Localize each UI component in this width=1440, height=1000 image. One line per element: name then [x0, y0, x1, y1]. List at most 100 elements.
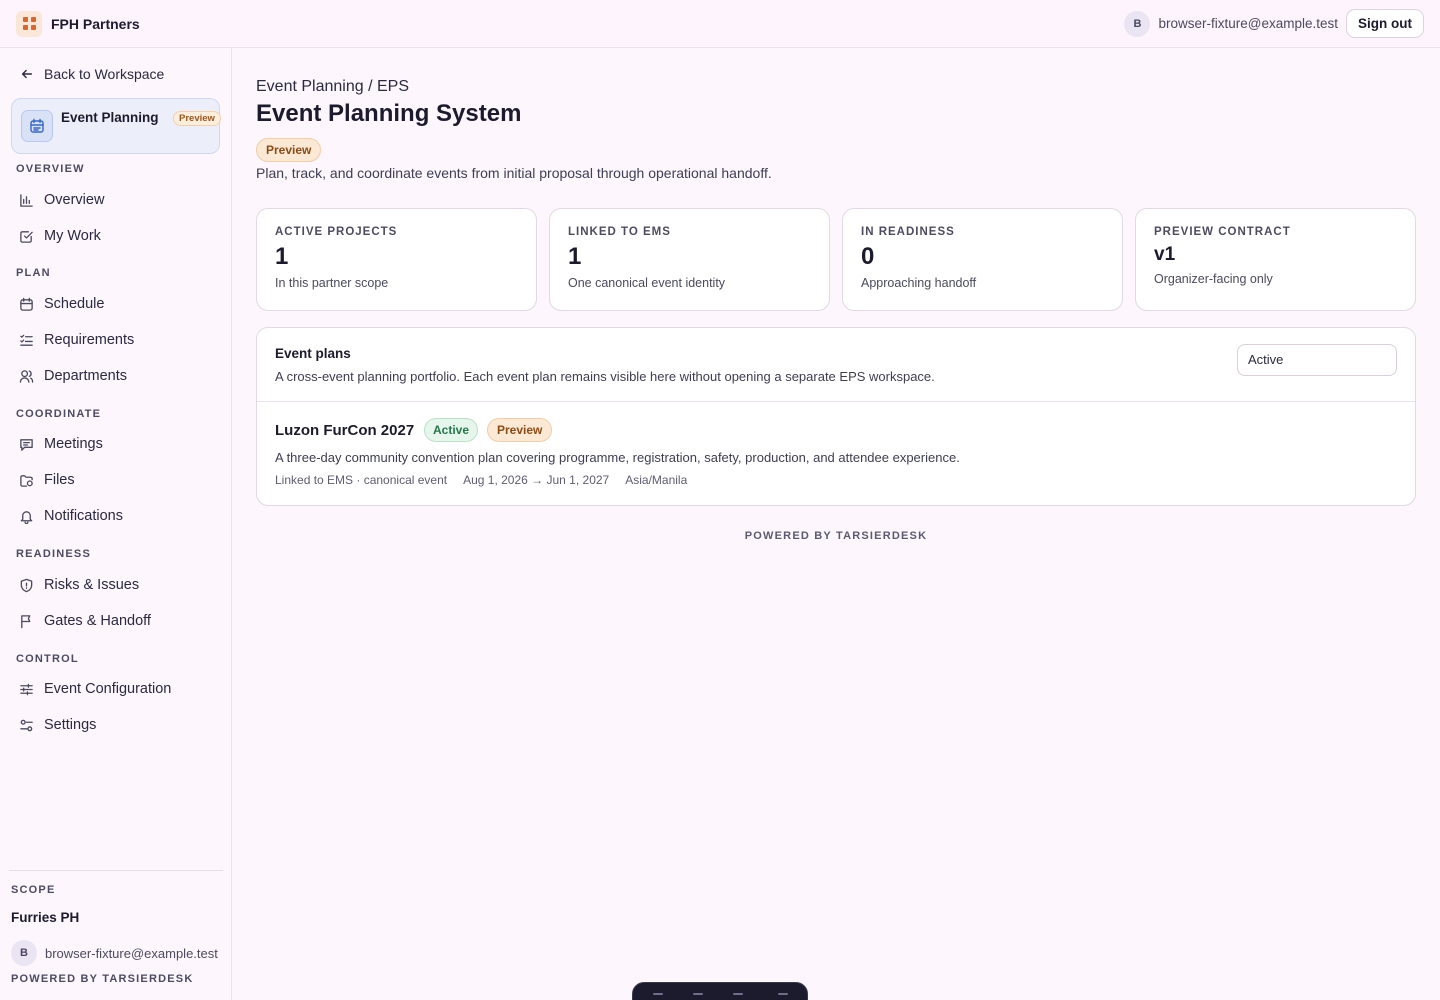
module-preview-badge: Preview — [173, 111, 221, 126]
user-email: browser-fixture@example.test — [1158, 16, 1338, 31]
section-label-overview: OVERVIEW — [16, 163, 85, 175]
event-plan-dates: Aug 1, 2026 → Jun 1, 2027 — [463, 473, 610, 487]
sidebar-item-departments[interactable]: Departments — [19, 364, 219, 388]
section-label-readiness: READINESS — [16, 548, 91, 560]
message-icon — [20, 438, 33, 451]
event-plans-header: Event plans A cross-event planning portf… — [257, 328, 1415, 402]
sign-out-button[interactable]: Sign out — [1346, 9, 1424, 38]
module-card-event-planning[interactable]: Event Planning Preview — [11, 98, 221, 154]
sidebar-divider — [9, 870, 223, 871]
stat-value: 0 — [861, 243, 875, 270]
calendar-icon — [20, 297, 33, 311]
calendar-icon — [21, 110, 53, 142]
page-title: Event Planning System — [256, 100, 522, 127]
sidebar-item-label: Requirements — [44, 332, 135, 348]
avatar[interactable]: B — [1124, 10, 1151, 37]
sidebar-item-label: Notifications — [44, 508, 123, 524]
stat-value: 1 — [568, 243, 582, 270]
sidebar: Back to Workspace Event Planning Preview… — [0, 48, 232, 1000]
back-to-workspace-link[interactable]: Back to Workspace — [20, 66, 164, 82]
apps-grid-icon[interactable] — [16, 10, 42, 37]
event-plan-meta: Linked to EMS · canonical event Aug 1, 2… — [275, 473, 687, 487]
top-bar: FPH Partners B browser-fixture@example.t… — [0, 0, 1440, 48]
sidebar-item-files[interactable]: Files — [19, 468, 219, 492]
settings-icon — [20, 719, 33, 731]
folder-icon — [20, 474, 33, 487]
toolbar-icon[interactable] — [693, 993, 703, 995]
list-check-icon — [20, 334, 33, 346]
event-plans-title: Event plans — [275, 346, 351, 361]
stat-card-preview-contract: PREVIEW CONTRACT v1 Organizer-facing onl… — [1135, 208, 1416, 311]
toolbar-icon[interactable] — [733, 993, 743, 995]
sidebar-item-label: Settings — [44, 717, 97, 733]
event-plans-description: A cross-event planning portfolio. Each e… — [275, 369, 935, 384]
preview-badge: Preview — [256, 138, 322, 162]
sidebar-item-label: Risks & Issues — [44, 577, 140, 593]
page-description: Plan, track, and coordinate events from … — [256, 165, 772, 181]
stat-subtext: Approaching handoff — [861, 276, 977, 290]
flag-icon — [21, 614, 31, 628]
sidebar-item-label: My Work — [44, 228, 101, 244]
toolbar-icon[interactable] — [653, 993, 663, 995]
stat-subtext: In this partner scope — [275, 276, 389, 290]
event-plan-name[interactable]: Luzon FurCon 2027 — [275, 422, 414, 439]
sidebar-item-label: Schedule — [44, 296, 105, 312]
stat-label: PREVIEW CONTRACT — [1154, 226, 1291, 238]
arrow-left-icon — [21, 69, 33, 79]
sidebar-user-email: browser-fixture@example.test — [45, 945, 218, 961]
sidebar-user[interactable]: B browser-fixture@example.test — [11, 940, 223, 966]
section-label-plan: PLAN — [16, 267, 51, 279]
sidebar-item-label: Files — [44, 472, 75, 488]
dev-toolbar[interactable] — [632, 982, 808, 1000]
sidebar-item-settings[interactable]: Settings — [19, 713, 219, 737]
back-label: Back to Workspace — [44, 66, 165, 82]
sidebar-item-my-work[interactable]: My Work — [19, 224, 219, 248]
stat-label: IN READINESS — [861, 226, 955, 238]
scope-label: SCOPE — [11, 884, 56, 896]
stat-label: LINKED TO EMS — [568, 226, 671, 238]
sidebar-item-event-configuration[interactable]: Event Configuration — [19, 677, 219, 701]
sliders-icon — [20, 683, 33, 695]
sidebar-powered-by: POWERED BY TARSIERDESK — [11, 973, 194, 985]
bar-chart-icon — [20, 193, 33, 207]
sidebar-item-label: Departments — [44, 368, 128, 384]
toolbar-icon[interactable] — [778, 993, 788, 995]
status-filter-select[interactable]: Active — [1237, 344, 1397, 376]
status-badge: Active — [424, 418, 479, 442]
stat-subtext: Organizer-facing only — [1154, 272, 1273, 286]
stat-subtext: One canonical event identity — [568, 276, 726, 290]
sidebar-item-label: Meetings — [44, 436, 103, 452]
scope-name[interactable]: Furries PH — [11, 910, 79, 925]
powered-by-footer: POWERED BY TARSIERDESK — [744, 530, 928, 542]
sidebar-item-notifications[interactable]: Notifications — [19, 504, 219, 528]
sidebar-item-gates-handoff[interactable]: Gates & Handoff — [19, 609, 219, 633]
avatar: B — [11, 940, 37, 966]
brand-name[interactable]: FPH Partners — [51, 16, 140, 32]
event-plan-timezone: Asia/Manila — [625, 473, 688, 487]
section-label-control: CONTROL — [16, 653, 79, 665]
stat-card-linked-to-ems: LINKED TO EMS 1 One canonical event iden… — [549, 208, 830, 311]
event-plan-link-status: Linked to EMS · canonical event — [275, 473, 448, 487]
stat-label: ACTIVE PROJECTS — [275, 226, 398, 238]
sidebar-item-risks-issues[interactable]: Risks & Issues — [19, 573, 219, 597]
event-plans-panel: Event plans A cross-event planning portf… — [256, 327, 1416, 506]
sidebar-item-overview[interactable]: Overview — [19, 188, 219, 212]
sidebar-item-label: Overview — [44, 192, 105, 208]
module-title: Event Planning — [61, 110, 159, 125]
sidebar-item-label: Gates & Handoff — [44, 613, 151, 629]
sidebar-item-schedule[interactable]: Schedule — [19, 292, 219, 316]
users-icon — [19, 369, 34, 383]
stat-card-in-readiness: IN READINESS 0 Approaching handoff — [842, 208, 1123, 311]
stat-value: v1 — [1154, 244, 1176, 265]
sidebar-item-label: Event Configuration — [44, 681, 172, 697]
preview-badge: Preview — [487, 418, 553, 442]
event-plan-description: A three-day community convention plan co… — [275, 450, 960, 465]
bell-icon — [20, 510, 33, 524]
stat-value: 1 — [275, 243, 289, 270]
sidebar-item-meetings[interactable]: Meetings — [19, 432, 219, 456]
user-menu: B browser-fixture@example.test Sign out — [1124, 9, 1424, 38]
shield-icon — [20, 578, 33, 592]
breadcrumb: Event Planning / EPS — [256, 78, 409, 95]
sidebar-item-requirements[interactable]: Requirements — [19, 328, 219, 352]
section-label-coordinate: COORDINATE — [16, 408, 102, 420]
